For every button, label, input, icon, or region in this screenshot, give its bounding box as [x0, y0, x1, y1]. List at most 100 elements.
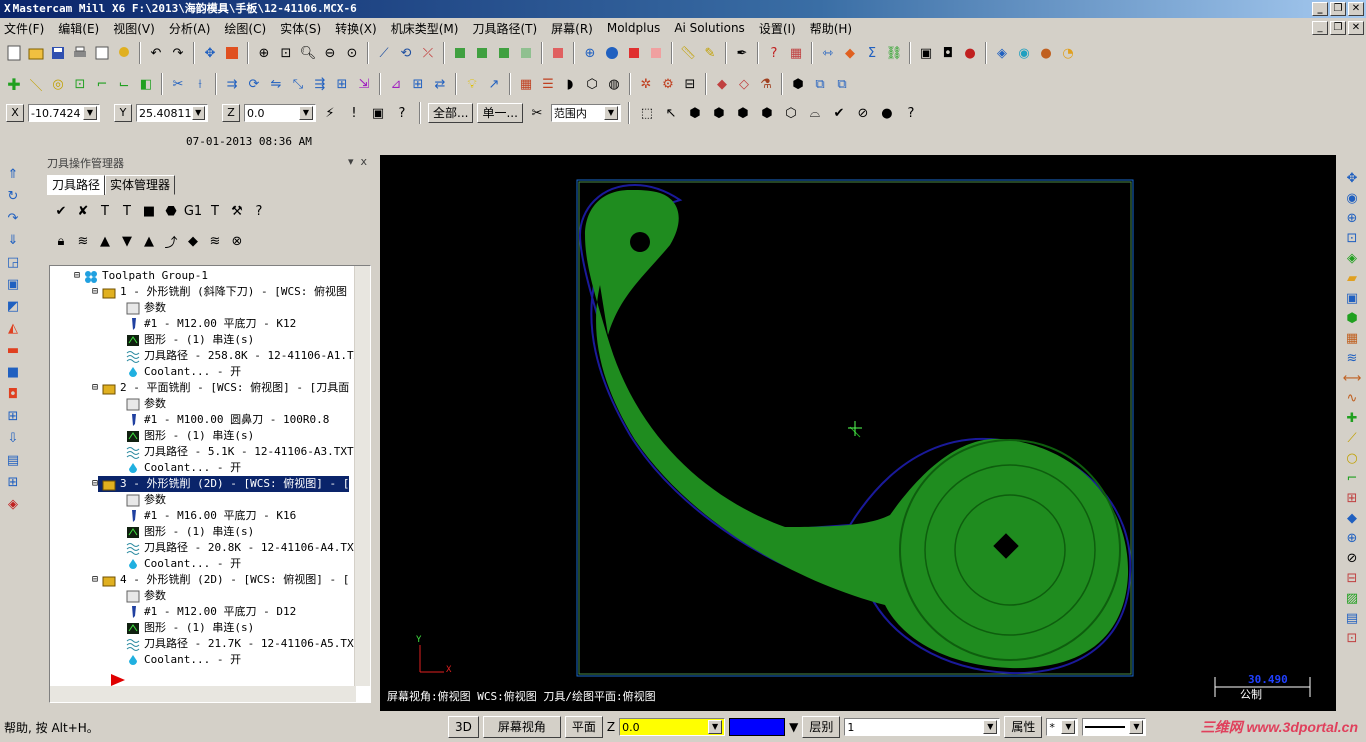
hatch-icon[interactable]: ▦ [516, 74, 536, 94]
rotate-view-icon[interactable]: ◉ [1343, 189, 1361, 207]
chevron-down-icon[interactable]: ▼ [1129, 720, 1144, 734]
graphics-viewport[interactable]: Y X 屏幕视角:俯视图 WCS:俯视图 刀具/绘图平面:俯视图 30.490 … [380, 155, 1336, 711]
view-front-icon[interactable] [494, 43, 514, 63]
print-preview-icon[interactable] [92, 43, 112, 63]
shell-icon[interactable]: ▣ [4, 275, 22, 293]
draw-circle-icon[interactable]: ○ [1343, 449, 1361, 467]
menu-xform[interactable]: 转换(X) [335, 20, 377, 37]
pen-icon[interactable]: ✒ [732, 43, 752, 63]
loft-solid-icon[interactable]: ⇓ [4, 231, 22, 249]
move-down-icon[interactable]: ▼ [117, 231, 137, 251]
select-edge-icon[interactable]: ⬢ [733, 103, 753, 123]
pin-icon[interactable]: ▾ [348, 155, 354, 168]
zoom-window-icon[interactable]: ⊡ [276, 43, 296, 63]
view-top-icon[interactable] [472, 43, 492, 63]
layout-icon[interactable]: ⇩ [4, 429, 22, 447]
geometry-row[interactable]: 图形 - (1) 串连(s) [126, 332, 254, 348]
geometry-row[interactable]: 图形 - (1) 串连(s) [126, 524, 254, 540]
layer-button[interactable]: 层别 [802, 716, 841, 738]
verify-selection-icon[interactable]: ✂ [527, 103, 547, 123]
pan-view-icon[interactable]: ✥ [1343, 169, 1361, 187]
solid-icon[interactable]: ◧ [136, 74, 156, 94]
geometry-row[interactable]: 图形 - (1) 串连(s) [126, 428, 254, 444]
menu-edit[interactable]: 编辑(E) [58, 20, 99, 37]
record-icon[interactable]: ● [960, 43, 980, 63]
parameters-row[interactable]: 参数 [126, 396, 166, 412]
fit-icon[interactable]: ⊕ [254, 43, 274, 63]
save-file-icon[interactable]: ▣ [1343, 289, 1361, 307]
xform-translate-icon[interactable]: ⇉ [222, 74, 242, 94]
surface-icon[interactable]: ◗ [560, 74, 580, 94]
color-dropdown-icon[interactable]: ▼ [789, 720, 798, 734]
dimension-icon[interactable]: ⊿ [386, 74, 406, 94]
sum-icon[interactable]: Σ [862, 43, 882, 63]
coolant-row[interactable]: Coolant... - 开 [126, 364, 241, 380]
arrow-icon[interactable]: ↗ [484, 74, 504, 94]
camera-icon[interactable]: ◘ [938, 43, 958, 63]
expand-icon[interactable]: ⊟ [92, 284, 99, 300]
regen-dirty-icon[interactable]: T [117, 201, 137, 221]
rectangle-icon[interactable]: ⊡ [70, 74, 90, 94]
verify-icon[interactable]: ✔ [829, 103, 849, 123]
bottle-icon[interactable]: ⚗ [756, 74, 776, 94]
y-coord-field[interactable]: 25.40811 ▼ [136, 104, 208, 122]
3d-button[interactable]: 3D [448, 716, 479, 738]
operation-row[interactable]: ⊟ 1 - 外形铣削 (斜降下刀) - [WCS: 俯视图 [92, 284, 347, 300]
expand-icon[interactable]: ⊟ [92, 476, 99, 492]
open-folder-icon[interactable] [26, 43, 46, 63]
point-style-select[interactable]: * ▼ [1046, 718, 1079, 736]
delete-icon[interactable] [624, 43, 644, 63]
boolean-remove-icon[interactable]: ⊞ [4, 407, 22, 425]
menu-view[interactable]: 视图(V) [113, 20, 155, 37]
fillet-solid-icon[interactable]: ◲ [4, 253, 22, 271]
fit-view-icon[interactable]: ⊡ [1343, 229, 1361, 247]
autocursor-icon[interactable]: ▣ [368, 103, 388, 123]
x-coord-field[interactable]: -10.7424 ▼ [28, 104, 100, 122]
move-icon[interactable]: ⇄ [430, 74, 450, 94]
z-coord-field[interactable]: 0.0 ▼ [244, 104, 316, 122]
grid-layout-icon[interactable]: ⊞ [4, 473, 22, 491]
operation-row[interactable]: ⊟ 4 - 外形铣削 (2D) - [WCS: 俯视图] - [ [92, 572, 349, 588]
curve-icon[interactable]: ∿ [1343, 389, 1361, 407]
dimension-horiz-icon[interactable]: ⟷ [1343, 369, 1362, 387]
ruler-icon[interactable]: 📏︎ [678, 43, 698, 63]
y-coord-button[interactable]: Y [114, 104, 132, 122]
attributes-button[interactable]: 属性 [1004, 716, 1043, 738]
toggle-post-icon[interactable]: ▲ [95, 231, 115, 251]
zoom-in-icon[interactable]: 🔍︎ [298, 43, 318, 63]
windows-icon[interactable]: ⧉ [832, 74, 852, 94]
repaint-icon[interactable] [222, 43, 242, 63]
parameters-row[interactable]: 参数 [126, 300, 166, 316]
menu-create[interactable]: 绘图(C) [224, 20, 266, 37]
chevron-down-icon[interactable]: ▼ [299, 106, 313, 120]
wrench-icon[interactable]: ✲ [636, 74, 656, 94]
wave-icon[interactable]: ≋ [1343, 349, 1361, 367]
grid-icon[interactable]: ⊞ [408, 74, 428, 94]
panel-close-icon[interactable]: x [360, 155, 367, 168]
draw-rect-icon[interactable]: ⊞ [1343, 489, 1361, 507]
line-icon[interactable]: ＼ [26, 74, 46, 94]
menu-screen[interactable]: 屏幕(R) [551, 20, 593, 37]
mirror-icon[interactable]: ⇿ [818, 43, 838, 63]
post-g1-icon[interactable]: G1 [183, 201, 203, 221]
xform-array-icon[interactable]: ⊞ [332, 74, 352, 94]
minimize-button[interactable]: _ [1312, 2, 1328, 16]
backplot-icon[interactable]: ● [1036, 43, 1056, 63]
coolant-row[interactable]: Coolant... - 开 [126, 556, 241, 572]
chevron-down-icon[interactable]: ▼ [603, 106, 618, 120]
help-icon[interactable]: ? [392, 103, 412, 123]
post-icon[interactable]: T [205, 201, 225, 221]
tool-row[interactable]: #1 - M12.00 平底刀 - K12 [126, 316, 296, 332]
shape-icon[interactable]: ◆ [840, 43, 860, 63]
coolant-row[interactable]: Coolant... - 开 [126, 460, 241, 476]
menu-machine-type[interactable]: 机床类型(M) [391, 20, 459, 37]
chevron-down-icon[interactable]: ▼ [191, 106, 205, 120]
chevron-down-icon[interactable]: ▼ [708, 720, 723, 734]
chamfer-icon[interactable]: ⌙ [114, 74, 134, 94]
window-select-icon[interactable]: ⬚ [637, 103, 657, 123]
end-select-icon[interactable]: ● [877, 103, 897, 123]
grid-tile-icon[interactable]: ▦ [1343, 329, 1361, 347]
chevron-down-icon[interactable]: ▼ [983, 720, 998, 734]
open-file-icon[interactable]: ▰ [1343, 269, 1361, 287]
globe-icon[interactable]: ⊕ [1343, 529, 1361, 547]
